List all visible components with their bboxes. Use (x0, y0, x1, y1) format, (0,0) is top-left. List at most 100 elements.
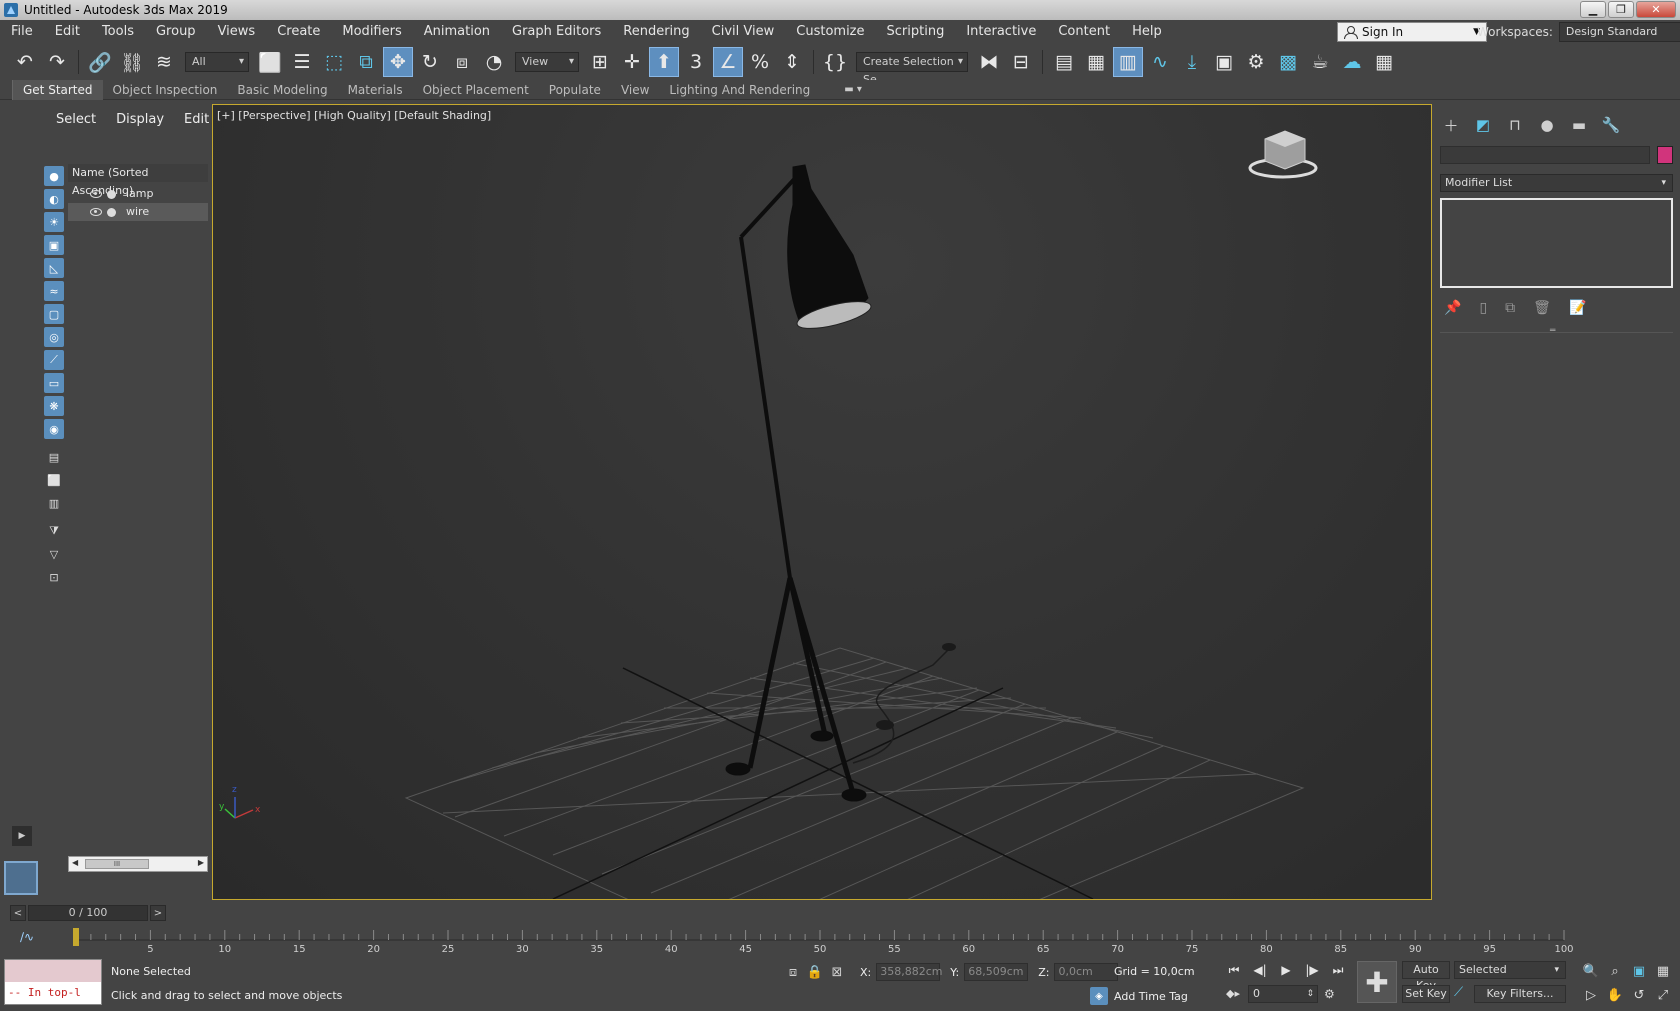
groups-filter-icon[interactable]: ▢ (44, 304, 64, 324)
zoom-all-icon[interactable]: ⌕ (1604, 961, 1626, 981)
snaps-toggle-icon[interactable]: 3 (681, 47, 711, 77)
play-icon[interactable]: ▶ (1276, 961, 1296, 979)
perspective-viewport[interactable]: [+] [Perspective] [High Quality] [Defaul… (212, 104, 1432, 900)
isolate-selection-icon[interactable]: ⧈ (784, 963, 802, 981)
workspace-select[interactable]: Design Standard (1558, 22, 1680, 42)
menu-rendering[interactable]: Rendering (612, 20, 700, 44)
next-frame-button[interactable]: > (150, 905, 166, 921)
hierarchy-icon[interactable]: ⊓ (1504, 114, 1526, 136)
select-and-move-icon[interactable]: ✥ (383, 47, 413, 77)
find-filter-icon[interactable]: ⧩ (44, 521, 64, 541)
key-filters-button[interactable]: Key Filters... (1474, 985, 1566, 1003)
time-slider-thumb[interactable]: 0 / 100 (28, 905, 148, 921)
undo-icon[interactable]: ↶ (10, 47, 40, 77)
align-icon[interactable]: ⊟ (1006, 47, 1036, 77)
maxscript-listener[interactable]: -- In top-l (4, 959, 102, 1005)
renderable-dot-icon[interactable] (107, 189, 116, 199)
selection-filter-select[interactable]: All (185, 52, 249, 72)
track-bar-ruler[interactable]: 5 10 15 20 25 30 35 40 45 50 55 60 65 70 75 80 85 90 95 100 (62, 926, 1627, 954)
ribbon-tab-object-inspection[interactable]: Object Inspection (103, 80, 228, 100)
reference-coordinate-select[interactable]: View (515, 52, 579, 72)
ribbon-tab-get-started[interactable]: Get Started (12, 79, 103, 100)
keyboard-shortcut-override-icon[interactable]: ⬆ (649, 47, 679, 77)
space-warps-filter-icon[interactable]: ≈ (44, 281, 64, 301)
link-icon[interactable]: 🔗 (85, 47, 115, 77)
xrefs-filter-icon[interactable]: ◎ (44, 327, 64, 347)
ribbon-tab-materials[interactable]: Materials (338, 80, 413, 100)
utilities-icon[interactable]: 🔧 (1600, 114, 1622, 136)
current-frame-marker[interactable] (73, 928, 79, 946)
close-button[interactable]: ✕ (1636, 1, 1676, 18)
scroll-left-icon[interactable]: ◀ (72, 858, 78, 867)
window-crossing-icon[interactable]: ⧉ (351, 47, 381, 77)
cameras-filter-icon[interactable]: ▣ (44, 235, 64, 255)
ribbon-tab-view[interactable]: View (611, 80, 659, 100)
maximize-viewport-icon[interactable]: ⤢ (1652, 985, 1674, 1005)
menu-create[interactable]: Create (266, 20, 331, 44)
material-editor-icon[interactable]: ▣ (1209, 47, 1239, 77)
expand-layout-tab-icon[interactable]: ▶ (12, 826, 32, 846)
edit-named-selection-icon[interactable]: {} (820, 47, 850, 77)
curve-editor-icon[interactable]: ∿ (1145, 47, 1175, 77)
toggle-ribbon-icon[interactable]: ▥ (1113, 47, 1143, 77)
se-tab-edit[interactable]: Edit (184, 112, 209, 127)
z-coordinate-field[interactable]: 0,0cm (1054, 963, 1119, 981)
redo-icon[interactable]: ↷ (42, 47, 72, 77)
select-by-name-icon[interactable]: ☰ (287, 47, 317, 77)
render-cloud-icon[interactable]: ☁ (1337, 47, 1367, 77)
invert-display-icon[interactable]: ▥ (44, 493, 64, 513)
go-to-end-icon[interactable]: ⏭ (1328, 961, 1348, 979)
se-tab-display[interactable]: Display (116, 112, 164, 127)
ribbon-tab-populate[interactable]: Populate (539, 80, 611, 100)
select-and-rotate-icon[interactable]: ↻ (415, 47, 445, 77)
viewport-label-menu[interactable]: [+] [Perspective] [High Quality] [Defaul… (217, 109, 491, 122)
viewport-scene[interactable] (213, 105, 1431, 899)
previous-frame-icon[interactable]: ◀| (1250, 961, 1270, 979)
ribbon-tab-object-placement[interactable]: Object Placement (413, 80, 539, 100)
minimize-button[interactable]: ▁ (1580, 1, 1606, 18)
zoom-icon[interactable]: 🔍 (1580, 961, 1602, 981)
rectangular-selection-icon[interactable]: ⬚ (319, 47, 349, 77)
track-bar[interactable]: ∕∿ 5 10 15 20 25 30 35 40 45 50 55 60 65 70 75 80 85 90 95… (0, 926, 1680, 954)
menu-animation[interactable]: Animation (413, 20, 501, 44)
ribbon-tab-lighting-and-rendering[interactable]: Lighting And Rendering (659, 80, 820, 100)
default-in-out-tangents-icon[interactable]: ⟋ (1454, 985, 1472, 1003)
render-production-icon[interactable]: ☕ (1305, 47, 1335, 77)
key-selection-select[interactable]: Selected (1454, 961, 1566, 979)
time-tag-icon[interactable]: ◈ (1090, 987, 1108, 1005)
unlink-icon[interactable]: ⛓ (117, 47, 147, 77)
menu-interactive[interactable]: Interactive (955, 20, 1047, 44)
object-color-swatch[interactable] (1657, 146, 1673, 164)
containers-filter-icon[interactable]: ▭ (44, 373, 64, 393)
zoom-extents-icon[interactable]: ▣ (1628, 961, 1650, 981)
scene-explorer-h-scrollbar[interactable]: ◀ III ▶ (68, 856, 208, 872)
menu-content[interactable]: Content (1047, 20, 1121, 44)
previous-frame-button[interactable]: < (10, 905, 26, 921)
bind-space-warp-icon[interactable]: ≋ (149, 47, 179, 77)
hidden-filter-icon[interactable]: ◉ (44, 419, 64, 439)
maxscript-output[interactable]: -- In top-l (5, 982, 101, 1004)
time-configuration-icon[interactable]: ⚙ (1324, 987, 1340, 1003)
motion-icon[interactable]: ● (1536, 114, 1558, 136)
pan-view-icon[interactable]: ✋ (1604, 985, 1626, 1005)
set-keys-button[interactable]: ✚ (1357, 961, 1397, 1003)
se-tab-select[interactable]: Select (56, 112, 96, 127)
scene-explorer-toggle-icon[interactable]: ▤ (1049, 47, 1079, 77)
mini-curve-editor-icon[interactable]: ∕∿ (20, 930, 34, 944)
ribbon-options-icon[interactable]: ▬ ▾ (844, 84, 862, 95)
selection-lock-icon[interactable]: 🔒 (806, 963, 824, 981)
display-all-icon[interactable]: ▤ (44, 447, 64, 467)
rollout-grip-icon[interactable]: ═ (1550, 326, 1555, 336)
visibility-eye-icon[interactable] (90, 208, 102, 216)
next-frame-icon[interactable]: |▶ (1302, 961, 1322, 979)
restore-button[interactable]: ❐ (1608, 1, 1634, 18)
current-frame-field[interactable]: 0 (1248, 985, 1318, 1003)
helpers-filter-icon[interactable]: ◺ (44, 258, 64, 278)
lights-filter-icon[interactable]: ☀ (44, 212, 64, 232)
spinner-snap-icon[interactable]: ⇕ (777, 47, 807, 77)
ribbon-tab-basic-modeling[interactable]: Basic Modeling (227, 80, 337, 100)
maxscript-input[interactable] (5, 960, 101, 982)
orbit-icon[interactable]: ↺ (1628, 985, 1650, 1005)
filter-icon[interactable]: ▽ (44, 544, 64, 564)
select-manipulate-icon[interactable]: ✛ (617, 47, 647, 77)
